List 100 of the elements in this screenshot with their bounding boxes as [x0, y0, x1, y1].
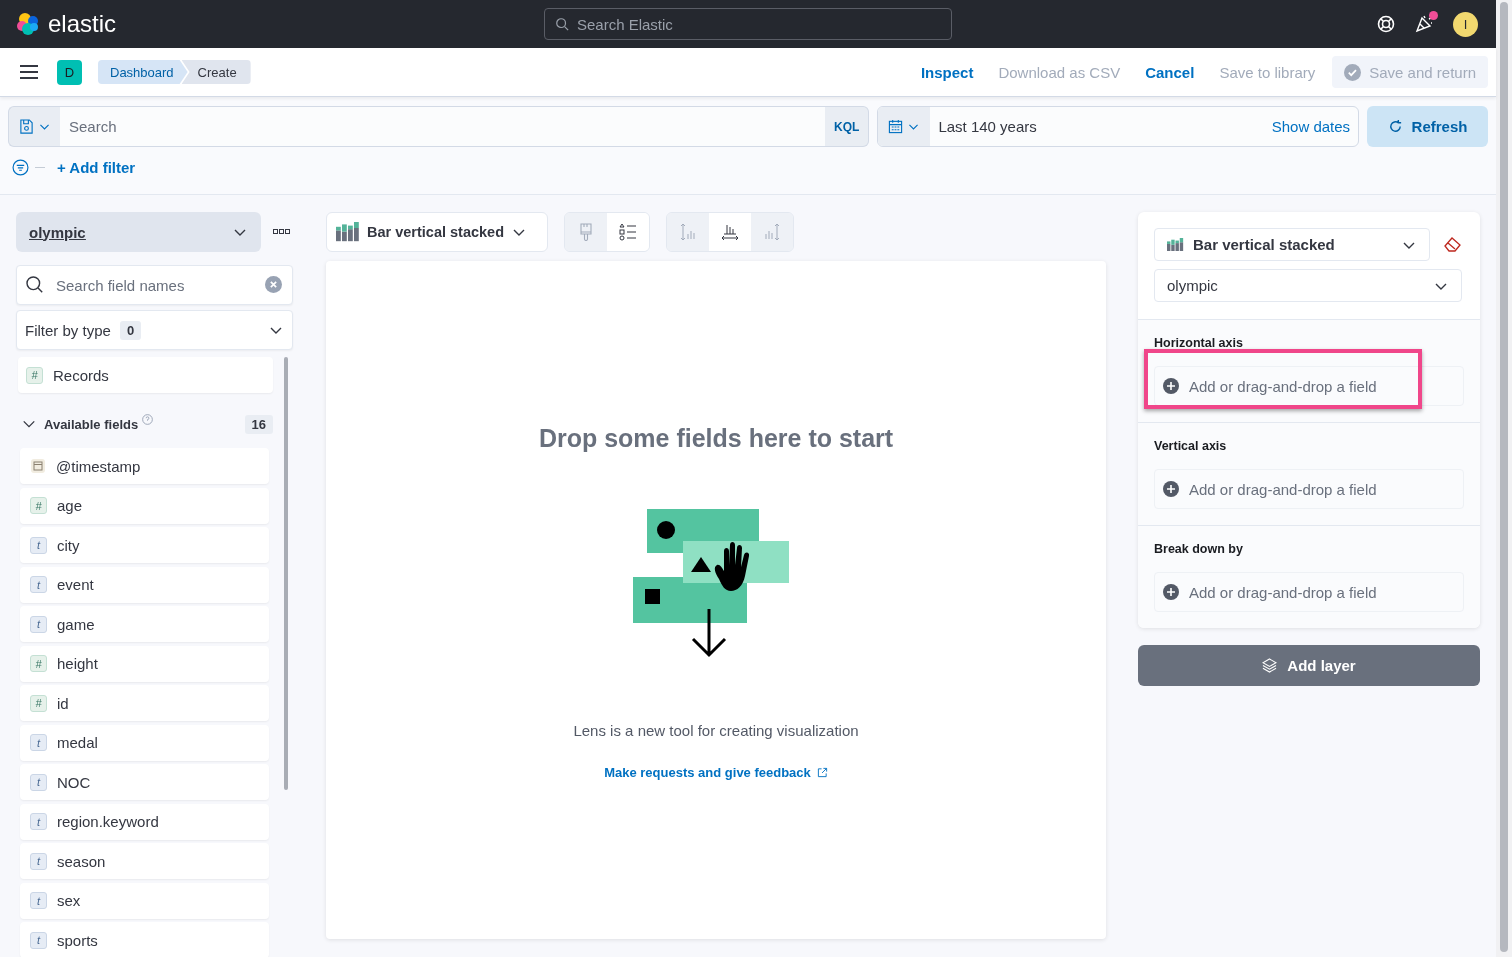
feedback-link[interactable]: Make requests and give feedback — [604, 765, 828, 780]
layers-icon — [1262, 658, 1278, 673]
drop-zone[interactable]: Add or drag-and-drop a field — [1154, 572, 1464, 612]
left-axis-icon — [679, 223, 697, 241]
available-fields-toggle[interactable]: Available fields 16 — [16, 409, 273, 439]
check-icon — [1344, 63, 1362, 81]
type-token: # — [26, 366, 43, 384]
paintbrush-icon — [579, 223, 593, 241]
refresh-icon — [1387, 119, 1403, 134]
field-name: game — [57, 615, 95, 633]
field-name: id — [57, 694, 69, 712]
dimension-label: Break down by — [1154, 542, 1244, 556]
field-item[interactable]: t region.keyword — [20, 803, 269, 840]
type-token: t — [30, 931, 47, 949]
empty-state-text: Lens is a new tool for creating visualization — [573, 722, 859, 739]
field-item[interactable]: t game — [20, 606, 269, 642]
add-icon — [1163, 378, 1179, 394]
field-name: sports — [57, 931, 98, 949]
field-name: sex — [57, 892, 81, 909]
dimension-label: Vertical axis — [1154, 439, 1228, 453]
refresh-button[interactable]: Refresh — [1367, 106, 1488, 147]
field-count: 16 — [244, 414, 273, 434]
field-name: age — [57, 497, 83, 514]
quick-select-button[interactable] — [878, 107, 931, 146]
add-filter-link[interactable]: + Add filter — [57, 159, 136, 176]
saved-query-button[interactable] — [8, 106, 60, 147]
toolbar-button[interactable] — [607, 213, 649, 251]
field-item[interactable]: t sex — [20, 882, 269, 919]
help-icon[interactable] — [1377, 15, 1395, 33]
field-item[interactable]: # height — [20, 645, 269, 682]
add-layer-button[interactable]: Add layer — [1138, 645, 1480, 686]
type-token: t — [30, 536, 47, 554]
index-dropdown[interactable]: olympic — [1154, 269, 1462, 302]
data-view-selector[interactable]: olympic — [16, 212, 261, 252]
drop-zone[interactable]: Add or drag-and-drop a field — [1154, 469, 1464, 509]
date-range[interactable]: Last 140 years — [930, 118, 1272, 135]
breadcrumb[interactable]: Dashboard — [98, 60, 188, 84]
drop-zone-text: Add or drag-and-drop a field — [1189, 480, 1377, 498]
field-item[interactable]: t season — [20, 843, 269, 879]
chart-type-dropdown[interactable]: Bar vertical stacked — [326, 212, 548, 252]
legend-icon — [619, 223, 637, 241]
field-item[interactable]: t medal — [20, 724, 269, 761]
field-item[interactable]: # age — [20, 487, 269, 524]
field-item[interactable]: # id — [20, 685, 269, 721]
toolbar-button[interactable] — [709, 213, 751, 251]
field-name: Records — [53, 366, 109, 384]
search-icon — [555, 17, 569, 31]
chart-type-dropdown[interactable]: Bar vertical stacked — [1154, 228, 1430, 261]
type-token: t — [30, 852, 47, 870]
field-item[interactable]: t event — [20, 566, 269, 603]
field-item[interactable]: t sports — [20, 922, 269, 957]
scrollbar[interactable] — [284, 357, 288, 790]
menu-icon[interactable] — [20, 65, 38, 79]
action-link[interactable]: Cancel — [1145, 63, 1195, 81]
bar-chart-icon — [1167, 237, 1184, 252]
type-token: t — [30, 813, 47, 830]
add-icon — [1163, 481, 1179, 497]
filter-icon[interactable] — [12, 159, 29, 176]
field-name: @timestamp — [56, 457, 141, 475]
field-name: season — [57, 852, 106, 870]
drop-zone[interactable]: Add or drag-and-drop a field — [1154, 366, 1464, 406]
type-token: # — [30, 497, 47, 514]
add-icon — [1163, 584, 1179, 600]
scrollbar[interactable] — [1500, 2, 1508, 952]
calendar-icon — [30, 458, 46, 474]
more-icon[interactable] — [273, 229, 290, 235]
breadcrumb[interactable]: Create — [181, 60, 251, 84]
clear-icon[interactable] — [265, 276, 282, 293]
data-view-name: olympic — [29, 223, 86, 241]
section-title: Available fields — [44, 416, 139, 432]
filter-count: 0 — [119, 320, 142, 340]
field-item[interactable]: t NOC — [20, 764, 269, 800]
empty-state-title: Drop some fields here to start — [538, 424, 894, 453]
type-token: t — [30, 576, 47, 593]
save-icon — [18, 119, 34, 134]
bar-chart-icon — [336, 222, 360, 242]
show-dates-link[interactable]: Show dates — [1271, 118, 1359, 135]
external-link-icon — [816, 767, 828, 778]
field-item[interactable]: @timestamp — [20, 448, 269, 484]
index-label: olympic — [1167, 277, 1218, 294]
search-field[interactable]: Search Elastic — [544, 8, 952, 40]
logo-icon[interactable] — [16, 12, 40, 36]
chart-type-label: Bar vertical stacked — [367, 224, 505, 240]
filter-dropdown[interactable]: Filter by type 0 — [16, 310, 293, 350]
type-token: # — [30, 694, 47, 712]
eraser-icon[interactable] — [1444, 237, 1461, 252]
field-item[interactable]: t city — [20, 527, 269, 563]
type-token: t — [30, 892, 47, 909]
field-item[interactable]: # Records — [18, 357, 273, 393]
space-avatar[interactable]: D — [57, 59, 82, 85]
filter-label: Filter by type — [25, 321, 111, 339]
drop-zone-text: Add or drag-and-drop a field — [1189, 377, 1377, 395]
type-token: # — [30, 655, 47, 672]
search-icon — [25, 275, 44, 294]
bottom-axis-icon — [721, 223, 739, 241]
language-button[interactable]: KQL — [825, 106, 870, 147]
user-avatar[interactable]: I — [1453, 11, 1478, 37]
action-link[interactable]: Inspect — [920, 63, 974, 81]
calendar-icon — [888, 119, 904, 134]
drop-zone-text: Add or drag-and-drop a field — [1189, 583, 1377, 601]
